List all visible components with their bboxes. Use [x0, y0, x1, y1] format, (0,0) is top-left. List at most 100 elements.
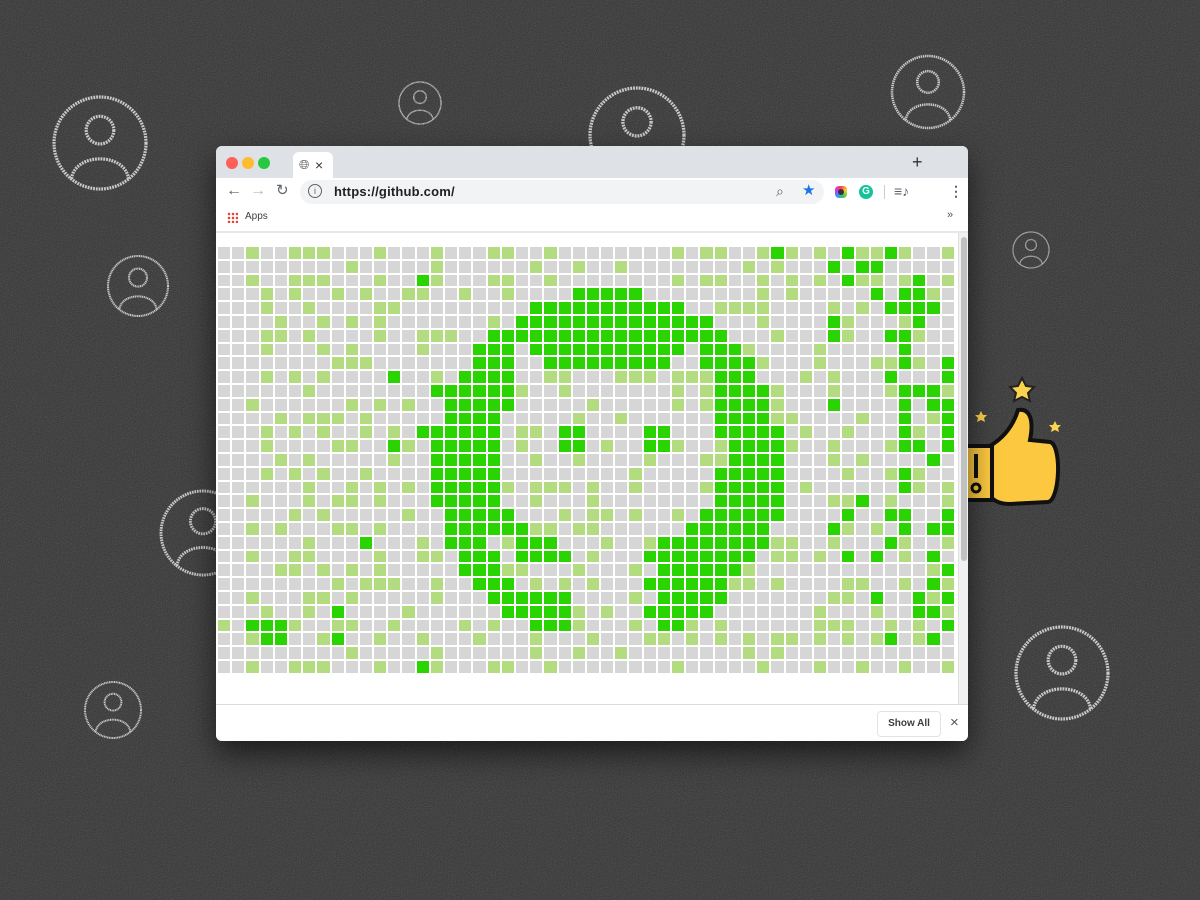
grid-cell	[445, 591, 458, 604]
grid-cell	[416, 315, 429, 328]
grid-cell	[544, 288, 557, 301]
grid-cell	[218, 605, 231, 618]
apps-bookmark[interactable]: Apps	[245, 211, 268, 222]
grid-cell	[771, 536, 784, 549]
grid-cell	[870, 564, 883, 577]
media-playlist-icon[interactable]: ≡♪	[894, 183, 909, 199]
grid-cell	[501, 481, 514, 494]
minimize-window-button[interactable]	[242, 157, 254, 169]
grid-cell	[672, 288, 685, 301]
grid-cell	[842, 509, 855, 521]
info-icon[interactable]: i	[308, 184, 322, 198]
scrollbar[interactable]	[958, 233, 968, 704]
grid-cell	[799, 274, 812, 287]
grid-cell	[615, 426, 628, 439]
grid-cell	[842, 536, 855, 549]
grid-cell	[799, 426, 812, 439]
grid-cell	[288, 481, 302, 494]
close-window-button[interactable]	[226, 157, 238, 169]
zoom-icon[interactable]: ⌕	[776, 183, 784, 199]
address-bar[interactable]: i https://github.com/ ⌕ ★	[300, 180, 824, 204]
grid-cell	[218, 274, 231, 287]
grid-cell	[728, 329, 741, 342]
maximize-window-button[interactable]	[258, 157, 270, 169]
grid-cell	[799, 440, 812, 452]
grid-cell	[643, 440, 656, 452]
grid-cell	[374, 536, 387, 549]
grid-cell	[430, 315, 443, 328]
grid-cell	[586, 467, 600, 480]
grid-cell	[544, 426, 557, 439]
grid-cell	[388, 522, 401, 535]
grammarly-icon[interactable]: G	[859, 185, 873, 199]
grid-cell	[799, 384, 812, 397]
close-download-bar-button[interactable]: ×	[950, 714, 959, 731]
grid-cell	[870, 247, 883, 259]
grid-cell	[870, 412, 883, 425]
grid-cell	[785, 564, 798, 577]
grid-cell	[331, 371, 344, 383]
grid-cell	[742, 329, 756, 342]
more-bookmarks-button[interactable]: »	[947, 209, 953, 221]
grid-cell	[345, 274, 358, 287]
grid-cell	[515, 660, 529, 673]
grid-cell	[303, 426, 316, 439]
grid-cell	[317, 371, 330, 383]
grid-cell	[714, 426, 727, 439]
grid-cell	[828, 495, 841, 508]
grid-cell	[359, 329, 373, 342]
apps-grid-icon[interactable]	[227, 212, 238, 223]
grid-cell	[430, 509, 443, 521]
reload-icon[interactable]: ↻	[276, 183, 289, 199]
grid-cell	[246, 260, 259, 273]
tab-github[interactable]: 🌐︎ ×	[293, 152, 333, 178]
grid-cell	[558, 467, 571, 480]
grid-cell	[799, 591, 812, 604]
url-text[interactable]: https://github.com/	[334, 184, 455, 199]
menu-kebab-icon[interactable]: ⋮	[949, 183, 963, 199]
grid-cell	[515, 509, 529, 521]
bookmark-star-icon[interactable]: ★	[802, 183, 815, 199]
grid-cell	[317, 426, 330, 439]
grid-cell	[572, 260, 585, 273]
grid-cell	[601, 509, 614, 521]
grid-cell	[657, 536, 670, 549]
grid-cell	[884, 522, 897, 535]
grid-cell	[899, 426, 912, 439]
grid-cell	[813, 343, 827, 356]
tab-close-button[interactable]: ×	[315, 157, 323, 173]
grid-cell	[742, 495, 756, 508]
grid-cell	[572, 522, 585, 535]
grid-cell	[941, 412, 954, 425]
grid-cell	[728, 578, 741, 590]
new-tab-button[interactable]: +	[912, 153, 923, 171]
grid-cell	[274, 274, 287, 287]
grid-cell	[388, 343, 401, 356]
scrollbar-thumb[interactable]	[961, 237, 967, 561]
grid-cell	[345, 357, 358, 370]
grid-cell	[927, 453, 940, 466]
show-all-button[interactable]: Show All	[877, 711, 941, 737]
grid-cell	[856, 550, 869, 563]
grid-cell	[445, 550, 458, 563]
grid-cell	[558, 660, 571, 673]
grid-cell	[757, 357, 770, 370]
grid-cell	[714, 467, 727, 480]
grid-cell	[672, 453, 685, 466]
grid-cell	[586, 578, 600, 590]
forward-arrow-icon[interactable]: →	[250, 183, 266, 199]
grid-cell	[232, 495, 245, 508]
grid-cell	[856, 371, 869, 383]
grid-cell	[913, 591, 926, 604]
grid-cell	[501, 384, 514, 397]
grid-cell	[445, 522, 458, 535]
extension-color-icon[interactable]	[835, 186, 847, 198]
grid-cell	[374, 591, 387, 604]
back-arrow-icon[interactable]: ←	[226, 183, 242, 199]
grid-cell	[757, 495, 770, 508]
grid-cell	[232, 274, 245, 287]
grid-cell	[218, 550, 231, 563]
grid-cell	[459, 329, 472, 342]
grid-cell	[785, 260, 798, 273]
grid-cell	[260, 647, 273, 659]
